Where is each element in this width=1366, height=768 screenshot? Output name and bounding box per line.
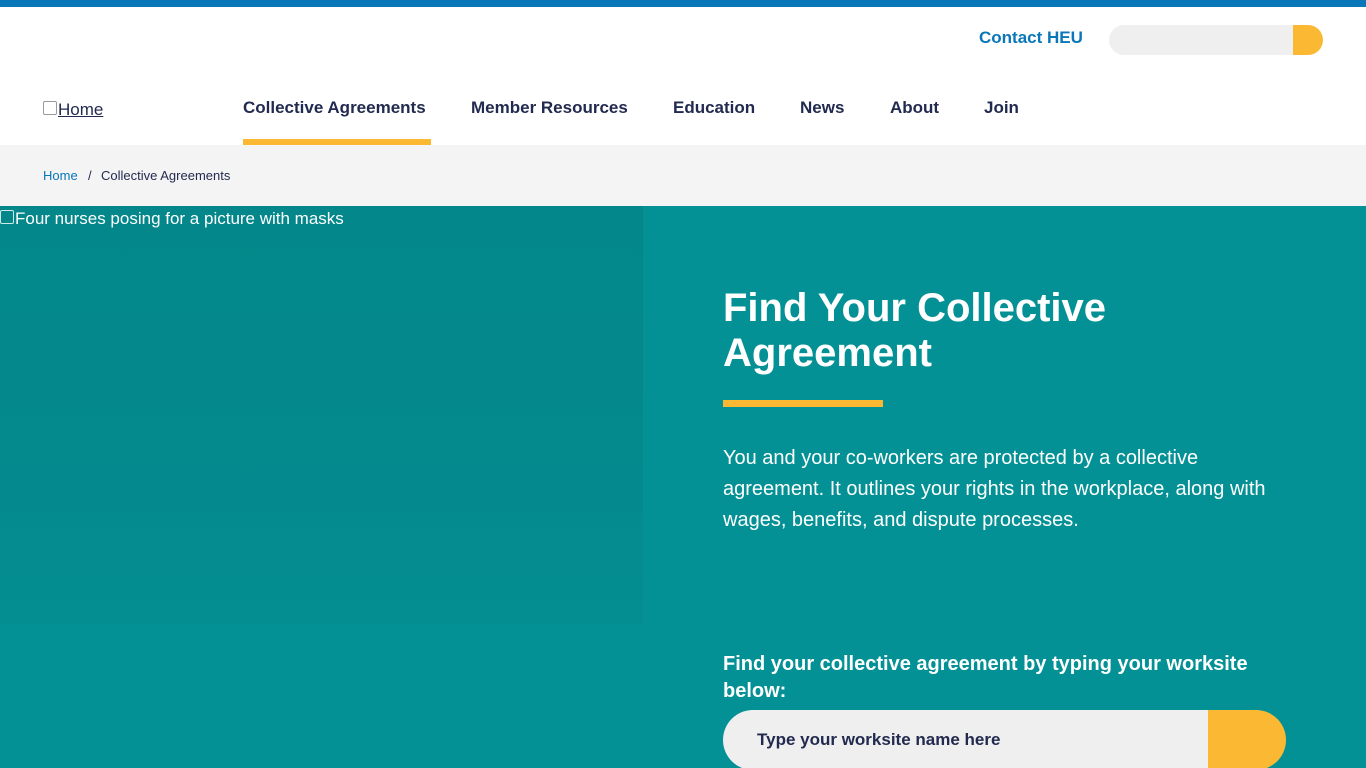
breadcrumb: Home / Collective Agreements [0,145,1366,206]
nav-item-member-resources[interactable]: Member Resources [471,98,628,118]
nav-item-collective-agreements[interactable]: Collective Agreements [243,98,426,118]
worksite-search [723,710,1286,768]
contact-heu-link[interactable]: Contact HEU [979,28,1083,48]
main-nav: Collective Agreements Member Resources E… [0,67,1366,145]
breadcrumb-home-link[interactable]: Home [43,168,78,183]
site-search-input[interactable] [1109,25,1309,55]
hero-image-alt-text: Four nurses posing for a picture with ma… [15,209,344,228]
hero-image-alt: Four nurses posing for a picture with ma… [0,209,344,229]
utility-bar: Contact HEU [0,7,1366,67]
nav-item-about[interactable]: About [890,98,939,118]
site-search-button[interactable] [1293,25,1323,55]
title-accent-rule [723,400,883,407]
page-title: Find Your Collective Agreement [723,286,1107,375]
breadcrumb-current: Collective Agreements [101,168,231,183]
hero-section: Four nurses posing for a picture with ma… [0,206,1366,768]
breadcrumb-separator: / [88,168,92,183]
worksite-search-button[interactable] [1208,710,1286,768]
broken-image-icon [0,210,14,224]
nav-item-education[interactable]: Education [673,98,755,118]
hero-description: You and your co-workers are protected by… [723,447,1266,531]
hero-image: Four nurses posing for a picture with ma… [0,206,643,624]
worksite-search-label: Find your collective agreement by typing… [723,653,1248,702]
nav-item-news[interactable]: News [800,98,844,118]
site-search [1109,25,1323,55]
top-accent-bar [0,0,1366,7]
nav-item-join[interactable]: Join [984,98,1019,118]
worksite-search-input[interactable] [723,710,1243,768]
